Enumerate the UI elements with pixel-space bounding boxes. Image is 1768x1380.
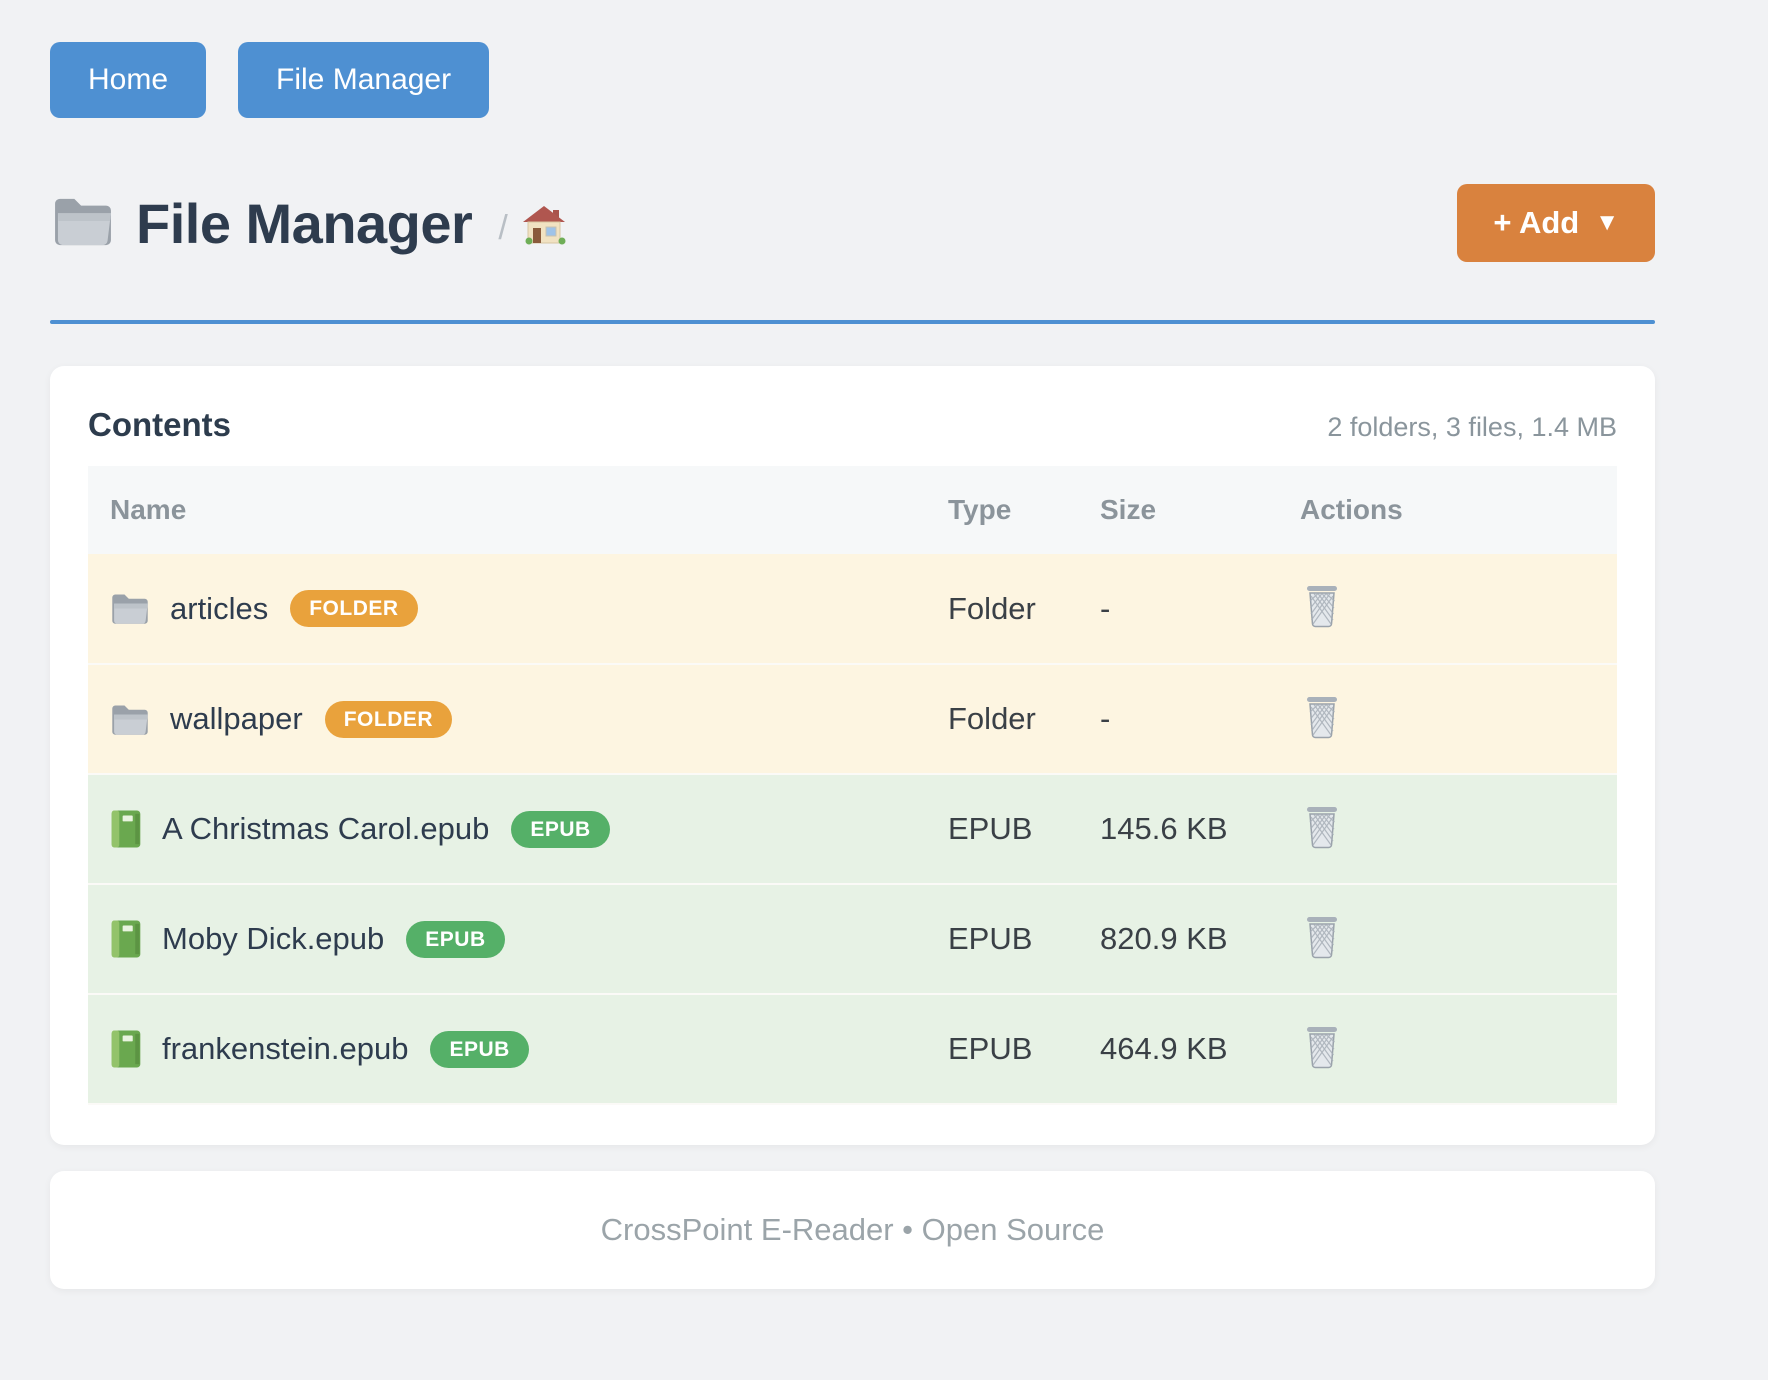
folder-badge: FOLDER <box>290 590 417 627</box>
file-manager-button[interactable]: File Manager <box>238 42 489 118</box>
page-header: File Manager / + Add ▼ <box>50 184 1655 262</box>
breadcrumb-separator: / <box>498 209 507 248</box>
table-row: wallpaper FOLDER Folder - <box>88 664 1617 774</box>
folder-icon <box>50 195 116 252</box>
file-table: Name Type Size Actions articles FOLDER F… <box>88 466 1617 1105</box>
folder-icon <box>110 703 150 736</box>
folder-link[interactable]: wallpaper <box>170 701 303 737</box>
add-button[interactable]: + Add ▼ <box>1457 184 1655 262</box>
trash-icon <box>1304 915 1340 963</box>
folder-badge: FOLDER <box>325 701 452 738</box>
type-cell: Folder <box>928 664 1080 774</box>
type-cell: EPUB <box>928 884 1080 994</box>
epub-badge: EPUB <box>511 811 609 848</box>
book-icon <box>110 809 142 849</box>
top-nav: Home File Manager <box>50 0 1655 118</box>
caret-down-icon: ▼ <box>1595 209 1619 237</box>
column-header-size: Size <box>1080 466 1280 554</box>
table-row: articles FOLDER Folder - <box>88 554 1617 664</box>
table-header-row: Name Type Size Actions <box>88 466 1617 554</box>
table-row: frankenstein.epub EPUB EPUB 464.9 KB <box>88 994 1617 1104</box>
column-header-actions: Actions <box>1280 466 1617 554</box>
contents-card: Contents 2 folders, 3 files, 1.4 MB Name… <box>50 366 1655 1145</box>
book-icon <box>110 919 142 959</box>
column-header-name: Name <box>88 466 928 554</box>
contents-title: Contents <box>88 406 231 444</box>
size-cell: 145.6 KB <box>1080 774 1280 884</box>
size-cell: - <box>1080 554 1280 664</box>
add-button-label: + Add <box>1493 205 1579 241</box>
header-divider <box>50 320 1655 324</box>
column-header-type: Type <box>928 466 1080 554</box>
delete-button[interactable] <box>1300 911 1344 967</box>
home-breadcrumb[interactable] <box>522 205 566 250</box>
delete-button[interactable] <box>1300 691 1344 747</box>
folder-icon <box>110 592 150 625</box>
trash-icon <box>1304 805 1340 853</box>
file-link[interactable]: frankenstein.epub <box>162 1031 408 1067</box>
delete-button[interactable] <box>1300 801 1344 857</box>
type-cell: EPUB <box>928 994 1080 1104</box>
table-row: A Christmas Carol.epub EPUB EPUB 145.6 K… <box>88 774 1617 884</box>
type-cell: Folder <box>928 554 1080 664</box>
footer: CrossPoint E-Reader • Open Source <box>50 1171 1655 1289</box>
epub-badge: EPUB <box>406 921 504 958</box>
type-cell: EPUB <box>928 774 1080 884</box>
file-link[interactable]: A Christmas Carol.epub <box>162 811 489 847</box>
home-button[interactable]: Home <box>50 42 206 118</box>
trash-icon <box>1304 1025 1340 1073</box>
folder-link[interactable]: articles <box>170 591 268 627</box>
trash-icon <box>1304 695 1340 743</box>
delete-button[interactable] <box>1300 1021 1344 1077</box>
size-cell: - <box>1080 664 1280 774</box>
size-cell: 464.9 KB <box>1080 994 1280 1104</box>
size-cell: 820.9 KB <box>1080 884 1280 994</box>
book-icon <box>110 1029 142 1069</box>
table-row: Moby Dick.epub EPUB EPUB 820.9 KB <box>88 884 1617 994</box>
page-title: File Manager <box>136 191 472 256</box>
contents-summary: 2 folders, 3 files, 1.4 MB <box>1327 412 1617 443</box>
trash-icon <box>1304 584 1340 632</box>
file-link[interactable]: Moby Dick.epub <box>162 921 384 957</box>
epub-badge: EPUB <box>430 1031 528 1068</box>
page: Home File Manager File Manager / + Add ▼… <box>50 0 1655 1289</box>
footer-text: CrossPoint E-Reader • Open Source <box>601 1212 1105 1248</box>
delete-button[interactable] <box>1300 580 1344 636</box>
house-icon <box>522 205 566 250</box>
